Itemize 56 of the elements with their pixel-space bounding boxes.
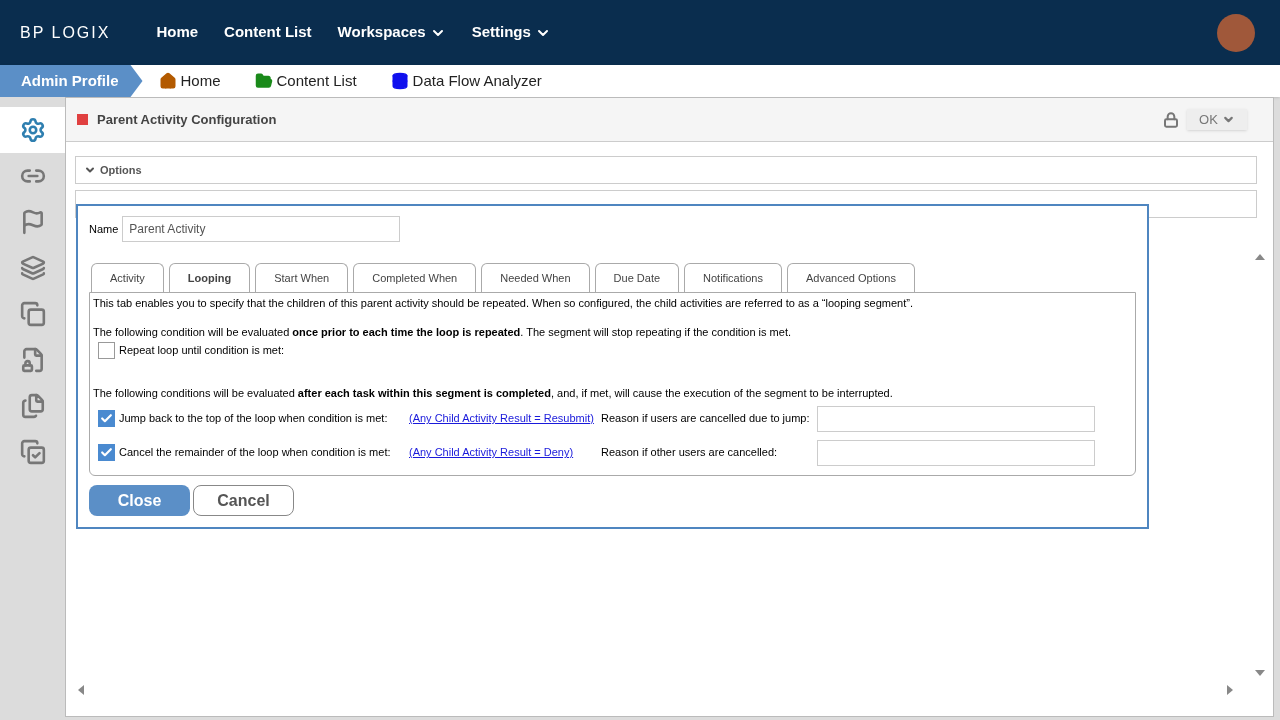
tab[interactable]: Needed When: [481, 263, 590, 292]
reason-field[interactable]: [817, 439, 1095, 466]
nav-menu-item[interactable]: Workspaces: [337, 21, 446, 44]
reason-field[interactable]: [817, 405, 1095, 432]
breadcrumb-link[interactable]: Home: [158, 69, 221, 93]
pages-icon: [19, 393, 46, 419]
nav-menu-item[interactable]: Home: [156, 21, 199, 44]
scroll-right-icon[interactable]: [1227, 685, 1233, 695]
name-field[interactable]: Parent Activity: [122, 216, 401, 242]
scroll-up-icon[interactable]: [1255, 254, 1265, 260]
sidebar-item[interactable]: [0, 107, 65, 153]
tab[interactable]: Start When: [255, 263, 349, 292]
tab[interactable]: Notifications: [684, 263, 782, 292]
tab[interactable]: Looping: [168, 263, 251, 292]
breadcrumb-link[interactable]: Content List: [254, 69, 357, 93]
home-icon: [158, 72, 177, 90]
overlapping-squares-icon: [19, 301, 46, 327]
reason-label: Reason if other users are cancelled:: [601, 445, 779, 461]
condition-note: The following condition will be evaluated once prior to each time the loop is repeated. The segment will stop repeating if the condition is met.: [93, 324, 792, 340]
database-icon: [390, 72, 409, 90]
tab[interactable]: Completed When: [353, 263, 477, 292]
locked-document-icon: [19, 347, 46, 373]
nav-menu-item[interactable]: Settings: [471, 21, 551, 44]
checkbox[interactable]: [98, 342, 115, 359]
conditions-note: The following conditions will be evaluated after each task within this segment is completed, and, if met, will cause the execution of the segment to be interrupted.: [93, 386, 894, 401]
checkmark-icon: [100, 446, 113, 459]
checkbox[interactable]: [98, 410, 115, 427]
form-icon: [77, 114, 88, 125]
condition-link[interactable]: (Any Child Activity Result = Deny): [409, 444, 601, 461]
checkmark-icon: [100, 412, 113, 425]
checkbox-label: Repeat loop until condition is met:: [119, 343, 285, 359]
section-header[interactable]: Options: [75, 156, 1257, 184]
lock-icon: [1163, 111, 1179, 128]
nav-menu-item[interactable]: Content List: [224, 21, 312, 44]
checked-pages-icon: [19, 439, 46, 465]
field-label: Name: [89, 221, 119, 237]
cancel-button[interactable]: Cancel: [193, 485, 294, 516]
scroll-left-icon[interactable]: [78, 685, 84, 695]
avatar[interactable]: [1217, 13, 1255, 52]
folder-icon: [254, 72, 273, 90]
reason-label: Reason if users are cancelled due to jump:: [601, 411, 811, 427]
gears-icon: [19, 117, 46, 143]
condition-link[interactable]: (Any Child Activity Result = Resubmit): [409, 410, 601, 427]
checkbox-label: Jump back to the top of the loop when condition is met:: [119, 411, 389, 427]
intro-text: This tab enables you to specify that the children of this parent activity should be repeated. When so configured, the child activities are referred to as a “looping segment”.: [93, 296, 914, 311]
tab[interactable]: Advanced Options: [787, 263, 915, 292]
tab[interactable]: Due Date: [594, 263, 680, 292]
logo[interactable]: BP LOGIX: [20, 20, 111, 45]
scroll-down-icon[interactable]: [1255, 670, 1265, 676]
ok-button[interactable]: OK: [1187, 109, 1247, 130]
squares-icon: [19, 255, 46, 281]
checkbox[interactable]: [98, 444, 115, 461]
tab[interactable]: Activity: [91, 263, 164, 292]
breadcrumb-link[interactable]: Data Flow Analyzer: [390, 69, 542, 93]
panel-title: Parent Activity Configuration: [97, 110, 277, 129]
checkbox-label: Cancel the remainder of the loop when condition is met:: [119, 445, 392, 461]
